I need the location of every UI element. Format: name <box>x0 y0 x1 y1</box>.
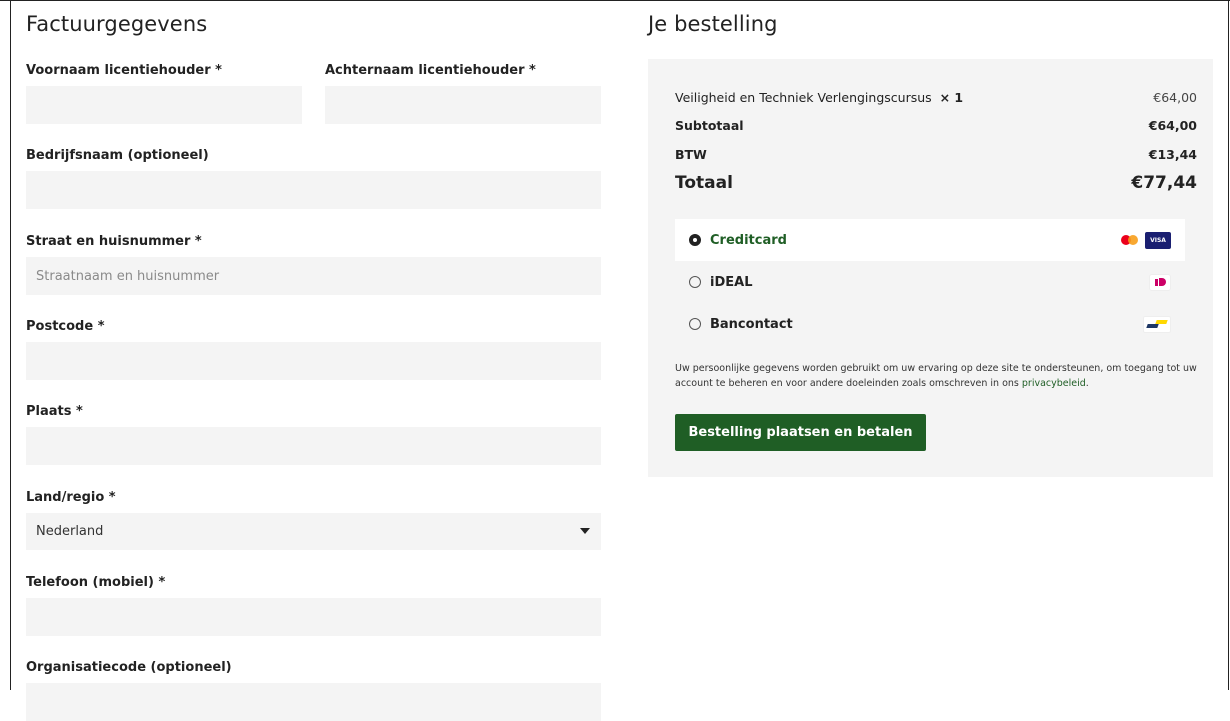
payment-option-bancontact[interactable]: Bancontact <box>675 303 1185 345</box>
vat-label: BTW <box>675 147 707 162</box>
first-name-field[interactable] <box>26 86 302 124</box>
country-select[interactable]: Nederland <box>26 513 601 550</box>
postcode-input[interactable] <box>26 342 601 380</box>
subtotal-label: Subtotaal <box>675 118 744 133</box>
org-code-label: Organisatiecode (optioneel) <box>26 660 232 675</box>
last-name-field[interactable] <box>325 86 601 124</box>
total-value: €77,44 <box>1131 173 1197 193</box>
subtotal-value: €64,00 <box>1148 118 1197 133</box>
billing-title: Factuurgegevens <box>26 12 208 36</box>
creditcard-label: Creditcard <box>710 232 787 248</box>
total-label: Totaal <box>675 173 733 193</box>
chevron-down-icon <box>580 528 590 534</box>
frame-top-border <box>0 0 1230 1</box>
street-label: Straat en huisnummer * <box>26 234 202 249</box>
order-item-name-wrap: Veiligheid en Techniek Verlengingscursus… <box>675 90 963 105</box>
last-name-input[interactable] <box>325 86 601 124</box>
privacy-notice: Uw persoonlijke gegevens worden gebruikt… <box>675 361 1203 391</box>
vat-value: €13,44 <box>1148 147 1197 162</box>
last-name-label: Achternaam licentiehouder * <box>325 63 536 78</box>
ideal-icon <box>1149 273 1171 291</box>
ideal-label: iDEAL <box>710 274 753 290</box>
ideal-logos <box>1149 273 1171 291</box>
first-name-input[interactable] <box>26 86 302 124</box>
bancontact-radio[interactable] <box>689 318 701 330</box>
place-order-button[interactable]: Bestelling plaatsen en betalen <box>675 414 926 451</box>
postcode-label: Postcode * <box>26 319 105 334</box>
order-item-price: €64,00 <box>1153 90 1197 105</box>
country-select-value: Nederland <box>36 524 104 539</box>
order-item-qty: × 1 <box>939 90 964 105</box>
postcode-field[interactable] <box>26 342 601 380</box>
city-input[interactable] <box>26 427 601 465</box>
bancontact-logos <box>1143 315 1171 333</box>
country-label: Land/regio * <box>26 490 116 505</box>
company-input[interactable] <box>26 171 601 209</box>
street-input[interactable] <box>26 257 601 295</box>
street-field[interactable] <box>26 257 601 295</box>
phone-label: Telefoon (mobiel) * <box>26 575 166 590</box>
visa-icon: VISA <box>1145 231 1171 249</box>
order-item-row: Veiligheid en Techniek Verlengingscursus… <box>675 90 1197 105</box>
org-code-input[interactable] <box>26 683 601 721</box>
frame-left-border <box>10 0 11 690</box>
payment-option-ideal[interactable]: iDEAL <box>675 261 1185 303</box>
frame-right-border <box>1228 0 1229 690</box>
company-field[interactable] <box>26 171 601 209</box>
vat-row: BTW €13,44 <box>675 147 1197 162</box>
phone-input[interactable] <box>26 598 601 636</box>
org-code-field[interactable] <box>26 683 601 721</box>
first-name-label: Voornaam licentiehouder * <box>26 63 222 78</box>
privacy-text: Uw persoonlijke gegevens worden gebruikt… <box>675 363 1197 389</box>
payment-option-creditcard[interactable]: Creditcard VISA <box>675 219 1185 261</box>
privacy-policy-link[interactable]: privacybeleid <box>1022 378 1086 389</box>
creditcard-logos: VISA <box>1120 231 1171 249</box>
total-row: Totaal €77,44 <box>675 173 1197 193</box>
bancontact-label: Bancontact <box>710 316 793 332</box>
privacy-end: . <box>1085 378 1089 389</box>
city-field[interactable] <box>26 427 601 465</box>
phone-field[interactable] <box>26 598 601 636</box>
subtotal-row: Subtotaal €64,00 <box>675 118 1197 133</box>
city-label: Plaats * <box>26 404 83 419</box>
bancontact-icon <box>1143 315 1171 333</box>
mastercard-icon <box>1120 233 1140 247</box>
company-label: Bedrijfsnaam (optioneel) <box>26 148 209 163</box>
order-title: Je bestelling <box>648 12 778 36</box>
order-item-name: Veiligheid en Techniek Verlengingscursus <box>675 90 932 105</box>
creditcard-radio[interactable] <box>689 234 701 246</box>
ideal-radio[interactable] <box>689 276 701 288</box>
